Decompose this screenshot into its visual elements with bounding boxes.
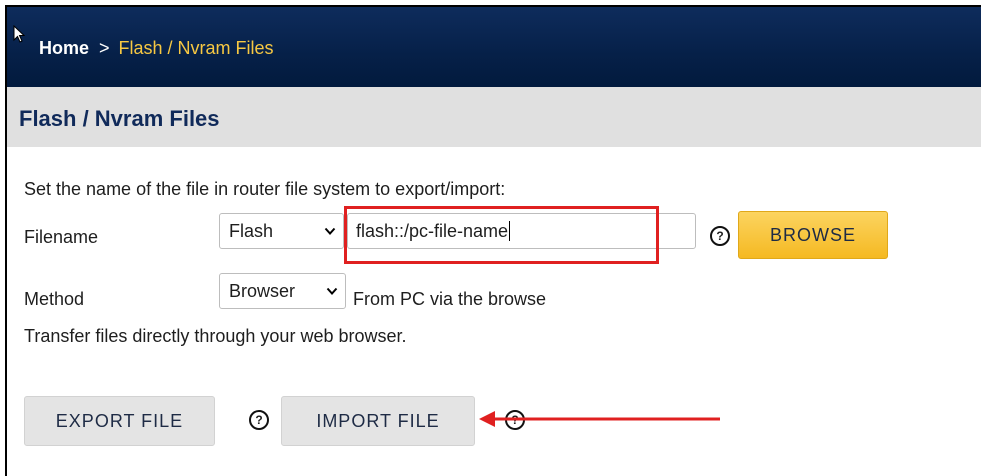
storage-select[interactable]: Flash bbox=[219, 213, 344, 249]
intro-text: Set the name of the file in router file … bbox=[24, 179, 506, 199]
method-select[interactable]: Browser bbox=[219, 273, 346, 309]
breadcrumb-current-page: Flash / Nvram Files bbox=[118, 38, 274, 58]
transfer-note: Transfer files directly through your web… bbox=[24, 326, 407, 346]
cursor-icon bbox=[13, 25, 25, 43]
help-icon[interactable]: ? bbox=[710, 226, 730, 246]
chevron-down-icon bbox=[324, 227, 336, 235]
storage-select-value: Flash bbox=[229, 220, 274, 241]
breadcrumb-separator: > bbox=[99, 38, 110, 58]
arrow-left-icon bbox=[479, 411, 720, 427]
method-select-value: Browser bbox=[229, 280, 296, 301]
page-frame: Home > Flash / Nvram Files Flash / Nvram… bbox=[5, 5, 981, 476]
export-file-button[interactable]: EXPORT FILE bbox=[24, 396, 215, 446]
breadcrumb: Home > Flash / Nvram Files bbox=[39, 38, 274, 59]
chevron-down-icon bbox=[326, 287, 338, 295]
method-label: Method bbox=[24, 289, 85, 309]
help-icon[interactable]: ? bbox=[249, 410, 269, 430]
highlight-annotation-box bbox=[344, 206, 659, 264]
top-navigation-bar: Home > Flash / Nvram Files bbox=[7, 7, 981, 87]
browse-button[interactable]: BROWSE bbox=[738, 211, 888, 259]
method-description: From PC via the browse bbox=[353, 289, 547, 309]
import-file-button[interactable]: IMPORT FILE bbox=[281, 396, 475, 446]
section-header: Flash / Nvram Files bbox=[7, 87, 981, 147]
filename-label: Filename bbox=[24, 227, 99, 247]
page-title: Flash / Nvram Files bbox=[19, 106, 220, 131]
breadcrumb-home-link[interactable]: Home bbox=[39, 38, 89, 59]
